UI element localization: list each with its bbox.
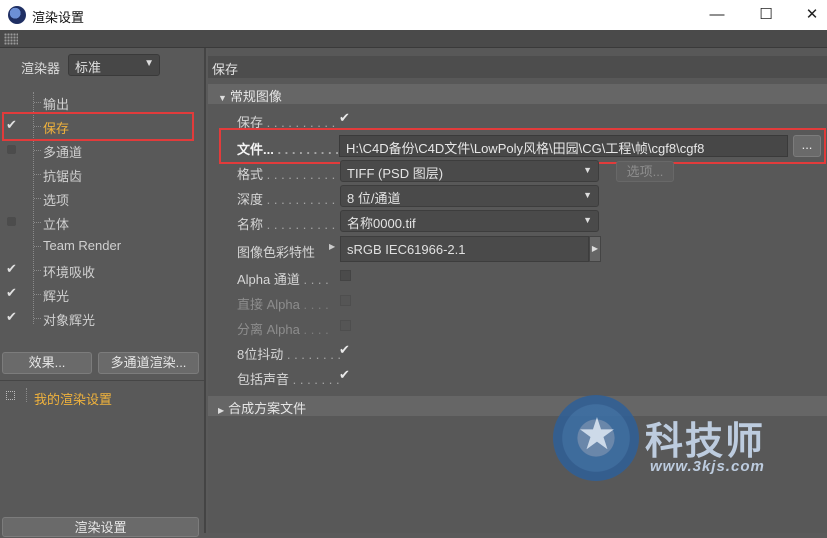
nav-item-label: Team Render bbox=[43, 238, 122, 253]
triangle-down-icon: ▼ bbox=[218, 93, 227, 103]
profile-menu-arrow-icon[interactable]: ▶ bbox=[589, 236, 601, 262]
grip-handle-icon[interactable] bbox=[4, 33, 18, 45]
color-profile-field[interactable]: sRGB IEC61966-2.1 bbox=[340, 236, 589, 262]
nav-item-label: 辉光 bbox=[43, 289, 70, 304]
triangle-right-icon: ▶ bbox=[218, 406, 225, 415]
nav-item-object-glow[interactable]: ✔ 对象辉光 bbox=[0, 306, 206, 330]
separate-alpha-checkbox[interactable] bbox=[340, 320, 351, 331]
checkmark-icon[interactable]: ✔ bbox=[6, 285, 17, 301]
include-sound-checkbox[interactable]: ✔ bbox=[339, 367, 350, 383]
window-titlebar bbox=[0, 0, 827, 30]
renderer-value: 标准 bbox=[75, 60, 102, 75]
checkmark-icon[interactable]: ✔ bbox=[6, 309, 17, 325]
nav-item-options[interactable]: 选项 bbox=[0, 186, 206, 210]
nav-item-label: 多通道 bbox=[43, 145, 83, 160]
separate-alpha-label: 分离 Alpha . . . . bbox=[237, 322, 329, 337]
panel-title: 保存 bbox=[208, 56, 827, 78]
highlight-box-save bbox=[2, 112, 194, 141]
effects-button[interactable]: 效果... bbox=[2, 352, 92, 374]
nav-item-label: 选项 bbox=[43, 193, 70, 208]
watermark-name: 科技师 bbox=[645, 421, 766, 463]
nav-item-multipass[interactable]: 多通道 bbox=[0, 138, 206, 162]
nav-item-label: 环境吸收 bbox=[43, 265, 96, 280]
depth-label: 深度 . . . . . . . . . . bbox=[237, 192, 336, 207]
straight-alpha-label: 直接 Alpha . . . . bbox=[237, 297, 329, 312]
multipass-render-button[interactable]: 多通道渲染... bbox=[98, 352, 199, 374]
group-general-image[interactable]: ▼ 常规图像 bbox=[208, 84, 827, 104]
divider bbox=[0, 380, 204, 381]
expand-icon[interactable] bbox=[6, 391, 15, 400]
dropdown-arrow-icon: ▼ bbox=[583, 215, 592, 225]
name-format-select[interactable]: 名称0000.tif ▼ bbox=[340, 210, 599, 232]
nav-item-ambient-occlusion[interactable]: ✔ 环境吸收 bbox=[0, 258, 206, 282]
dropdown-arrow-icon: ▼ bbox=[583, 190, 592, 200]
alpha-channel-label: Alpha 通道 . . . . bbox=[237, 272, 329, 287]
include-sound-label: 包括声音 . . . . . . . bbox=[237, 372, 340, 387]
dither-checkbox[interactable]: ✔ bbox=[339, 342, 350, 358]
alpha-channel-checkbox[interactable] bbox=[340, 270, 351, 281]
render-settings-button[interactable]: 渲染设置 bbox=[2, 517, 199, 537]
nav-item-label: 对象辉光 bbox=[43, 313, 96, 328]
nav-item-team-render[interactable]: Team Render bbox=[0, 234, 206, 258]
file-path-input[interactable]: H:\C4D备份\C4D文件\LowPoly风格\田园\CG\工程\帧\cgf8… bbox=[339, 135, 788, 157]
toolbar-grip-bar bbox=[0, 30, 827, 48]
enable-toggle[interactable] bbox=[7, 217, 16, 226]
renderer-label: 渲染器 bbox=[21, 61, 61, 76]
depth-select[interactable]: 8 位/通道 ▼ bbox=[340, 185, 599, 207]
render-preset-item[interactable]: 我的渲染设置 bbox=[34, 389, 112, 408]
watermark-url: www.3kjs.com bbox=[650, 458, 765, 475]
star-icon: ★ bbox=[577, 410, 617, 459]
triangle-right-icon[interactable]: ▶ bbox=[329, 242, 335, 251]
name-label: 名称 . . . . . . . . . . bbox=[237, 217, 336, 232]
nav-item-antialiasing[interactable]: 抗锯齿 bbox=[0, 162, 206, 186]
nav-item-label: 输出 bbox=[43, 97, 70, 112]
nav-item-label: 抗锯齿 bbox=[43, 169, 83, 184]
straight-alpha-checkbox[interactable] bbox=[340, 295, 351, 306]
dropdown-arrow-icon: ▼ bbox=[583, 165, 592, 175]
file-label[interactable]: 文件... . . . . . . . . . . bbox=[237, 139, 346, 158]
enable-toggle[interactable] bbox=[7, 145, 16, 154]
nav-item-output[interactable]: 输出 bbox=[0, 90, 206, 114]
minimize-button[interactable]: — bbox=[705, 4, 729, 26]
browse-button[interactable]: ... bbox=[793, 135, 821, 157]
format-select[interactable]: TIFF (PSD 图层) ▼ bbox=[340, 160, 599, 182]
save-checkbox[interactable]: ✔ bbox=[339, 110, 350, 126]
nav-item-glow[interactable]: ✔ 辉光 bbox=[0, 282, 206, 306]
nav-item-stereoscopic[interactable]: 立体 bbox=[0, 210, 206, 234]
dropdown-arrow-icon: ▼ bbox=[144, 58, 154, 69]
cinema4d-app-icon bbox=[8, 6, 26, 24]
format-label: 格式 . . . . . . . . . . bbox=[237, 167, 336, 182]
dither-label: 8位抖动 . . . . . . . . bbox=[237, 347, 342, 362]
format-options-button[interactable]: 选项... bbox=[616, 161, 674, 182]
nav-item-label: 立体 bbox=[43, 217, 70, 232]
color-profile-label: 图像色彩特性 bbox=[237, 245, 316, 260]
window-title: 渲染设置 bbox=[32, 10, 85, 25]
checkmark-icon[interactable]: ✔ bbox=[6, 261, 17, 277]
renderer-select[interactable]: 标准 ▼ bbox=[68, 54, 160, 76]
maximize-button[interactable]: ☐ bbox=[754, 4, 778, 26]
close-button[interactable]: ✕ bbox=[800, 4, 824, 26]
